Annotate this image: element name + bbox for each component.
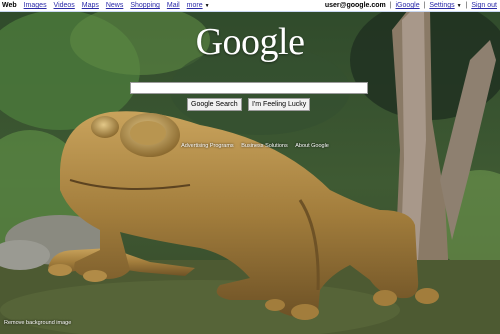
footer-links: Advertising Programs Business Solutions … bbox=[170, 143, 340, 149]
link-business-solutions[interactable]: Business Solutions bbox=[241, 143, 287, 149]
nav-shopping[interactable]: Shopping bbox=[130, 2, 160, 9]
link-igoogle[interactable]: iGoogle bbox=[396, 2, 420, 9]
link-advertising-programs[interactable]: Advertising Programs bbox=[181, 143, 234, 149]
google-homepage: Web Images Videos Maps News Shopping Mai… bbox=[0, 0, 500, 334]
divider: | bbox=[389, 2, 392, 9]
nav-news[interactable]: News bbox=[106, 2, 124, 9]
google-search-button[interactable]: Google Search bbox=[187, 98, 242, 111]
search-input[interactable] bbox=[130, 82, 368, 94]
link-about-google[interactable]: About Google bbox=[295, 143, 329, 149]
chevron-down-icon: ▼ bbox=[204, 3, 210, 9]
link-sign-out[interactable]: Sign out bbox=[471, 2, 497, 9]
google-logo: Google bbox=[195, 21, 305, 63]
remove-background-link[interactable]: Remove background image bbox=[4, 320, 71, 326]
link-settings[interactable]: Settings bbox=[429, 2, 454, 9]
user-email: user@google.com bbox=[324, 2, 386, 9]
settings-chevron-icon: ▼ bbox=[456, 3, 462, 9]
nav-web[interactable]: Web bbox=[2, 2, 17, 9]
nav-images[interactable]: Images bbox=[24, 2, 47, 9]
nav-maps[interactable]: Maps bbox=[82, 2, 99, 9]
nav-videos[interactable]: Videos bbox=[54, 2, 75, 9]
divider: | bbox=[423, 2, 426, 9]
nav-more[interactable]: more ▼ bbox=[187, 2, 215, 9]
feeling-lucky-button[interactable]: I'm Feeling Lucky bbox=[248, 98, 311, 111]
top-navigation-bar: Web Images Videos Maps News Shopping Mai… bbox=[0, 0, 500, 12]
services-nav: Web Images Videos Maps News Shopping Mai… bbox=[2, 0, 220, 12]
account-nav: user@google.com | iGoogle | Settings ▼ |… bbox=[325, 0, 497, 12]
nav-mail[interactable]: Mail bbox=[167, 2, 180, 9]
divider: | bbox=[465, 2, 468, 9]
